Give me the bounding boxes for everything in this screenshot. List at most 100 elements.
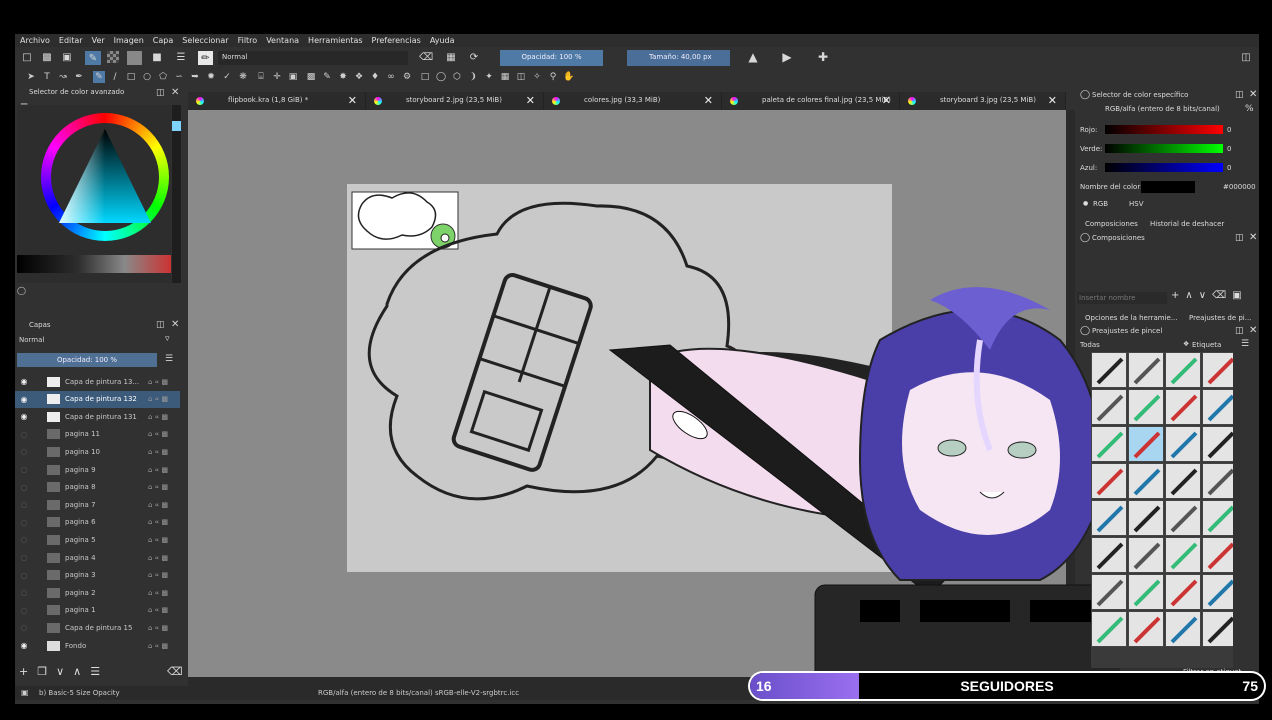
menu-item-6[interactable]: Filtro [233,34,262,47]
tag-select[interactable]: Etiqueta [1192,341,1221,349]
brush-preset-thumbnail[interactable] [1128,537,1164,573]
brush-preset-thumbnail[interactable] [1165,611,1201,647]
layer-row[interactable]: ○ pagina 6 ⌂∝▩ [15,514,180,531]
brush-editor-icon[interactable]: ✎ [85,51,101,65]
layer-properties-icon[interactable]: ☰ [90,665,109,678]
visibility-icon[interactable]: ○ [15,623,33,632]
red-value[interactable]: 0 [1227,126,1231,134]
layer-flags-icon[interactable]: ⌂∝▩ [148,430,180,438]
pin-icon[interactable]: ◯ [17,286,26,295]
visibility-icon[interactable]: ○ [15,571,33,580]
gradient-icon[interactable] [127,51,142,65]
menu-item-2[interactable]: Ver [87,34,109,47]
layer-flags-icon[interactable]: ⌂∝▩ [148,466,180,474]
reload-preset-icon[interactable]: ⟳ [468,51,480,63]
brush-preset-thumbnail[interactable] [1202,426,1233,462]
visibility-icon[interactable]: ◉ [15,377,33,386]
brush-view-icon[interactable]: ☰ [1241,339,1249,349]
brush-preset-thumbnail[interactable] [1091,500,1127,536]
close-tab-icon[interactable]: ✕ [526,94,535,107]
brush-preset-thumbnail[interactable] [1091,352,1127,388]
brush-preset-thumbnail[interactable] [1091,426,1127,462]
close-brush-icon[interactable]: ✕ [1249,325,1257,336]
reference-tool-icon[interactable]: ⚙ [401,71,413,83]
move-up-icon[interactable]: ∧ [73,665,90,678]
save-icon[interactable]: ▣ [61,51,73,63]
zoom-tool-icon[interactable]: ⚲ [547,71,559,83]
visibility-icon[interactable]: ◉ [15,395,33,404]
document-tab[interactable]: paleta de colores final.jpg (23,5 MiB) ✕ [722,92,900,110]
layer-name[interactable]: pagina 1 [65,606,148,614]
bezier-tool-icon[interactable]: ➥ [189,71,201,83]
ellipse-select-icon[interactable]: ◯ [435,71,447,83]
layer-name[interactable]: Capa de pintura 15 [65,624,148,632]
size-slider[interactable]: Tamaño: 40,00 px [627,50,730,66]
close-docker-icon[interactable]: ✕ [171,87,179,98]
wrap-around-icon[interactable]: ✚ [817,50,829,64]
document-tab[interactable]: storyboard 2.jpg (23,5 MiB) ✕ [366,92,544,110]
tab-compositions[interactable]: Composiciones [1085,220,1138,228]
similar-select-icon[interactable]: ▦ [499,71,511,83]
float-layers-icon[interactable]: ◫ [156,320,165,330]
brush-preset-thumbnail[interactable] [1128,463,1164,499]
freehand-select-icon[interactable]: ❩ [467,71,479,83]
float-specific-icon[interactable]: ◫ [1235,90,1244,100]
layer-flags-icon[interactable]: ⌂∝▩ [148,378,180,386]
assistant-tool-icon[interactable]: ❖ [353,71,365,83]
document-tab[interactable]: storyboard 3.jpg (23,5 MiB) ✕ [900,92,1066,110]
pattern-icon[interactable] [107,51,119,63]
green-slider[interactable] [1105,144,1223,153]
magnetic-select-icon[interactable]: ✧ [531,71,543,83]
visibility-icon[interactable]: ○ [15,430,33,439]
float-compositions-icon[interactable]: ◫ [1235,233,1244,243]
select-tool-icon[interactable]: ➤ [25,71,37,83]
move-up-composition-icon[interactable]: ∧ [1185,290,1198,301]
open-file-icon[interactable]: ▩ [41,51,53,63]
layer-row[interactable]: ◉ Capa de pintura 13... ⌂∝▩ [15,373,180,390]
layer-name[interactable]: Capa de pintura 131 [65,413,148,421]
layer-flags-icon[interactable]: ⌂∝▩ [148,606,180,614]
ellipse-tool-icon[interactable]: ○ [141,71,153,83]
brush-preset-thumbnail[interactable] [1202,352,1233,388]
polygon-tool-icon[interactable]: ⬠ [157,71,169,83]
add-layer-icon[interactable]: + [19,665,37,678]
close-specific-icon[interactable]: ✕ [1249,89,1257,100]
rectangle-tool-icon[interactable]: □ [125,71,137,83]
measure-tool-icon[interactable]: ∞ [385,71,397,83]
visibility-icon[interactable]: ○ [15,588,33,597]
layer-row[interactable]: ○ pagina 8 ⌂∝▩ [15,479,180,496]
polyline-tool-icon[interactable]: ∽ [173,71,185,83]
color-model-select[interactable]: RGB/alfa (entero de 8 bits/canal) [1105,105,1220,113]
gradient-tool-icon[interactable]: ▩ [305,71,317,83]
visibility-icon[interactable]: ○ [15,465,33,474]
float-docker-icon[interactable]: ◫ [156,88,165,98]
brush-preset-thumbnail[interactable] [1202,611,1233,647]
brush-preset-thumbnail[interactable] [1165,352,1201,388]
layer-flags-icon[interactable]: ⌂∝▩ [148,413,180,421]
bezier-select-icon[interactable]: ◫ [515,71,527,83]
menu-item-5[interactable]: Seleccionar [177,34,232,47]
brush-preset-thumbnail[interactable] [1202,574,1233,610]
layer-name[interactable]: pagina 10 [65,448,148,456]
brush-preset-thumbnail[interactable] [1128,611,1164,647]
visibility-icon[interactable]: ○ [15,535,33,544]
brush-preset-thumbnail[interactable] [1202,463,1233,499]
close-tab-icon[interactable]: ✕ [1048,94,1057,107]
line-tool-icon[interactable]: ∕ [109,71,121,83]
contiguous-select-icon[interactable]: ✦ [483,71,495,83]
export-composition-icon[interactable]: ▣ [1232,290,1247,301]
tab-brush-presets[interactable]: Preajustes de pi... [1189,314,1251,322]
color-triangle[interactable] [51,123,159,231]
visibility-icon[interactable]: ○ [15,553,33,562]
layer-name[interactable]: pagina 2 [65,589,148,597]
brush-preset-thumbnail[interactable] [1091,537,1127,573]
rect-select-icon[interactable]: □ [419,71,431,83]
layer-row[interactable]: ○ pagina 10 ⌂∝▩ [15,443,180,460]
layer-name[interactable]: pagina 4 [65,554,148,562]
brush-preset-thumbnail[interactable] [1091,463,1127,499]
layer-name[interactable]: pagina 11 [65,430,148,438]
layer-name[interactable]: pagina 5 [65,536,148,544]
layer-row[interactable]: ○ Capa de pintura 15 ⌂∝▩ [15,619,180,636]
layer-name[interactable]: pagina 8 [65,483,148,491]
pin-icon-right[interactable]: ◯ [1080,90,1090,100]
